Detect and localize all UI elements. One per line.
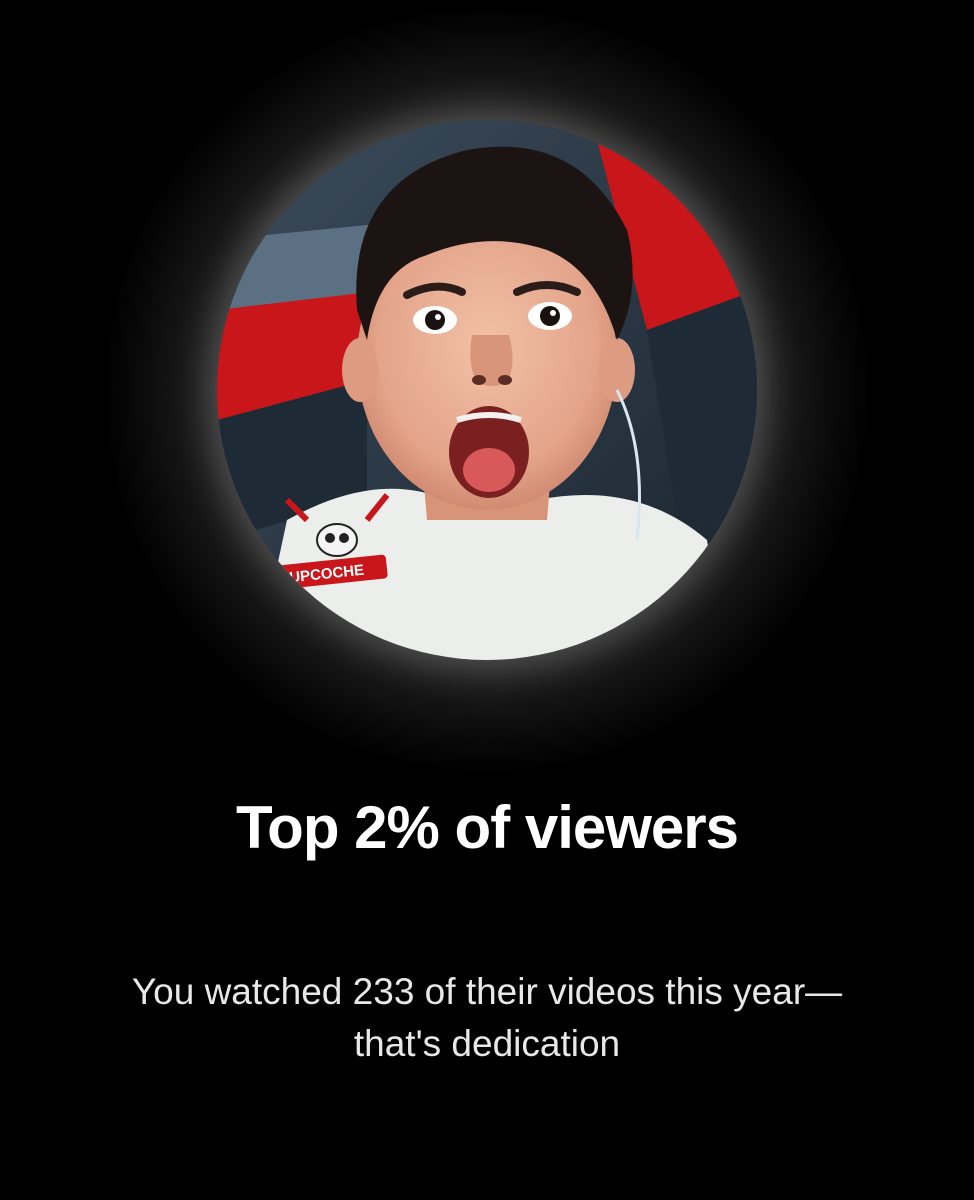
stat-headline: Top 2% of viewers bbox=[235, 794, 739, 861]
avatar-illustration: UPCOCHE bbox=[217, 120, 757, 660]
channel-avatar: UPCOCHE bbox=[217, 120, 757, 660]
stat-description: You watched 233 of their videos this yea… bbox=[131, 971, 843, 1064]
wrapped-stat-card: UPCOCHE Top 2% of viewers You watched 23… bbox=[0, 0, 974, 1200]
